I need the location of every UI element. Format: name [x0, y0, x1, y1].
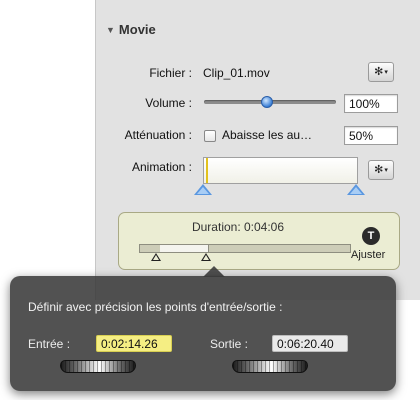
- duration-trim-range: [160, 245, 209, 252]
- gear-icon: ✻: [374, 163, 384, 176]
- section-header[interactable]: ▼ Movie: [106, 22, 156, 37]
- volume-slider-knob[interactable]: [261, 96, 273, 108]
- entree-jog-wheel[interactable]: [60, 360, 136, 373]
- duration-trim-bar[interactable]: [139, 244, 351, 253]
- chevron-down-icon: ▾: [384, 68, 388, 76]
- trim-out-handle[interactable]: [201, 253, 211, 261]
- animation-label: Animation :: [131, 160, 192, 174]
- animation-track[interactable]: [203, 157, 358, 184]
- t-icon[interactable]: T: [362, 227, 380, 245]
- sortie-jog-wheel[interactable]: [232, 360, 308, 373]
- disclosure-triangle-icon[interactable]: ▼: [106, 25, 115, 35]
- hud-title: Définir avec précision les points d'entr…: [28, 300, 283, 314]
- entree-label: Entrée :: [28, 337, 71, 351]
- entree-value[interactable]: 0:02:14.26: [96, 335, 172, 352]
- section-title: Movie: [118, 22, 156, 37]
- volume-label: Volume :: [145, 96, 192, 110]
- attenuation-checkbox-label[interactable]: Abaisse les au…: [222, 128, 340, 142]
- attenuation-checkbox[interactable]: [204, 130, 216, 142]
- trim-in-handle[interactable]: [151, 253, 161, 261]
- fichier-value: Clip_01.mov: [203, 66, 270, 80]
- animation-gear-button[interactable]: ✻ ▾: [368, 160, 394, 180]
- precision-hud: Définir avec précision les points d'entr…: [10, 276, 396, 391]
- duration-box: Duration: 0:04:06 T Ajuster: [118, 212, 400, 270]
- volume-input[interactable]: 100%: [344, 94, 398, 113]
- animation-out-handle[interactable]: [347, 184, 365, 195]
- chevron-down-icon: ▾: [384, 166, 388, 174]
- sortie-value[interactable]: 0:06:20.40: [272, 335, 348, 352]
- attenuation-label: Atténuation :: [124, 128, 192, 142]
- duration-text: Duration: 0:04:06: [191, 220, 285, 234]
- fichier-gear-button[interactable]: ✻ ▾: [368, 62, 394, 82]
- gear-icon: ✻: [374, 65, 384, 78]
- ajuster-button[interactable]: Ajuster: [351, 249, 385, 261]
- animation-in-handle[interactable]: [194, 184, 212, 195]
- attenuation-input[interactable]: 50%: [344, 126, 398, 145]
- animation-start-marker: [206, 158, 208, 183]
- fichier-label: Fichier :: [149, 66, 192, 80]
- sortie-label: Sortie :: [210, 337, 249, 351]
